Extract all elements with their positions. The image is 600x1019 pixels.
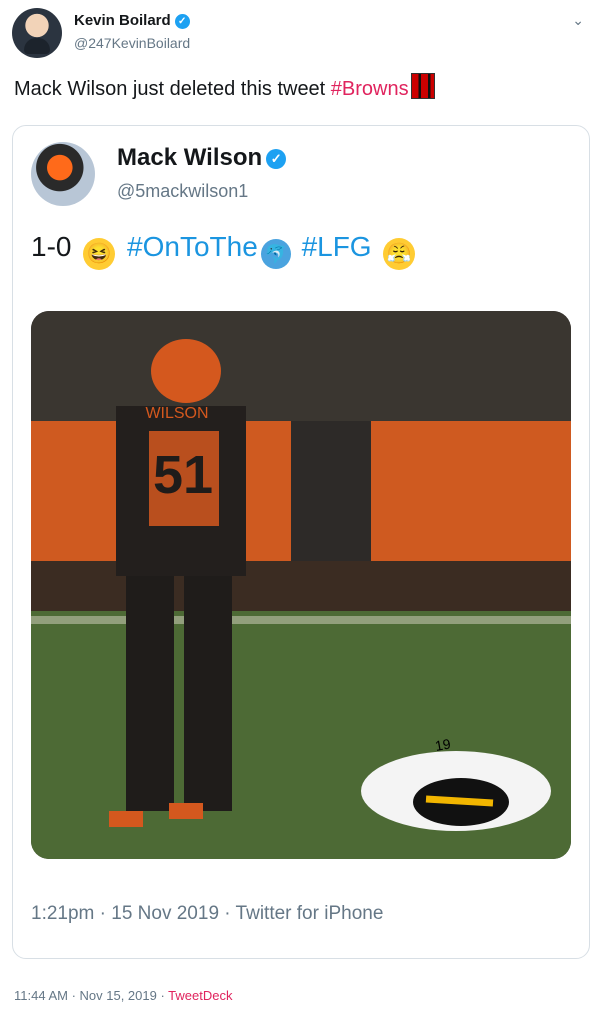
author-avatar[interactable] bbox=[12, 8, 62, 58]
jersey-name: WILSON bbox=[145, 405, 208, 422]
app-link[interactable]: TweetDeck bbox=[168, 988, 232, 1003]
tweet-photo[interactable]: WILSON 51 19 bbox=[31, 311, 571, 859]
lfg-hashtag[interactable]: #LFG bbox=[302, 231, 372, 262]
triumph-emoji-icon: 😤 bbox=[383, 238, 416, 270]
quoted-text: 1-0 😆 #OnToThe 🐬 #LFG 😤 bbox=[31, 231, 419, 270]
quoted-name[interactable]: Mack Wilson ✓ bbox=[117, 144, 287, 172]
tweet-body: Mack Wilson just deleted this tweet bbox=[14, 78, 331, 100]
quoted-verified-icon: ✓ bbox=[266, 148, 287, 169]
author-name[interactable]: Kevin Boilard ✓ bbox=[74, 12, 190, 29]
author-handle[interactable]: @247KevinBoilard bbox=[74, 35, 190, 51]
verified-icon: ✓ bbox=[174, 13, 190, 29]
jersey-number: 51 bbox=[153, 445, 213, 505]
tweet-time: 11:44 AM · Nov 15, 2019 · bbox=[14, 988, 169, 1003]
quoted-handle[interactable]: @5mackwilson1 bbox=[117, 181, 248, 202]
tweet-text: Mack Wilson just deleted this tweet #Bro… bbox=[14, 73, 435, 101]
quoted-avatar[interactable] bbox=[31, 142, 95, 206]
score-text: 1-0 bbox=[31, 231, 72, 262]
laughing-emoji-icon: 😆 bbox=[83, 238, 116, 270]
quoted-tweet-card[interactable]: Mack Wilson ✓ @5mackwilson1 1-0 😆 #OnToTh… bbox=[12, 125, 590, 959]
author-name-label[interactable]: Kevin Boilard bbox=[74, 12, 171, 29]
browns-hashtag[interactable]: #Browns bbox=[331, 78, 409, 100]
dolphin-emoji-icon: 🐬 bbox=[260, 239, 291, 269]
browns-flag-icon bbox=[410, 73, 435, 99]
svg-text:19: 19 bbox=[434, 735, 452, 753]
ontothe-hashtag[interactable]: #OnToThe bbox=[127, 231, 258, 262]
tweet-footer: 11:44 AM · Nov 15, 2019 · TweetDeck bbox=[14, 988, 232, 1003]
chevron-down-icon[interactable]: ⌄ bbox=[572, 12, 584, 29]
quoted-name-label[interactable]: Mack Wilson bbox=[117, 144, 262, 171]
quoted-meta: 1:21pm · 15 Nov 2019 · Twitter for iPhon… bbox=[31, 903, 384, 924]
